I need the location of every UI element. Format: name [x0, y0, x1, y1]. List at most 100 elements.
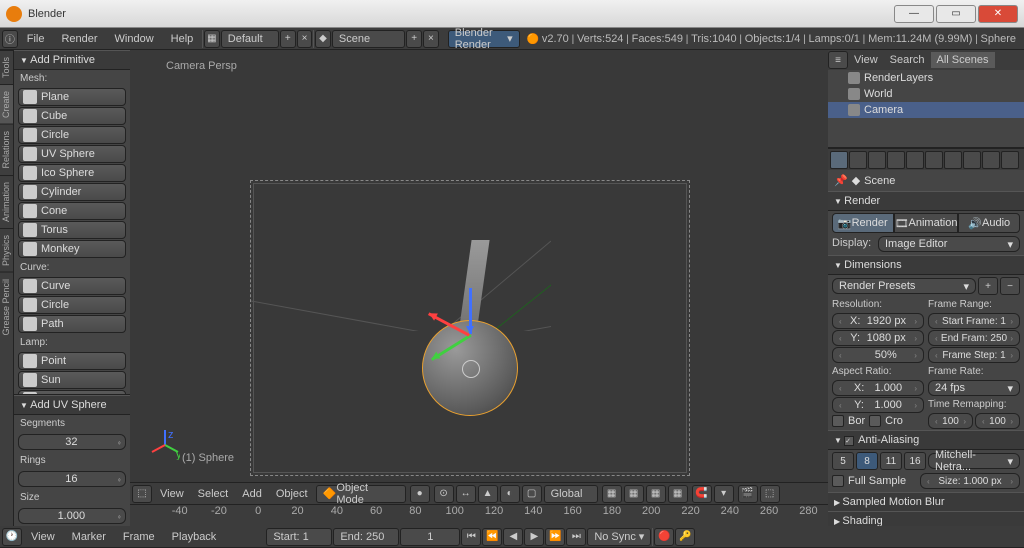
tl-menu-marker[interactable]: Marker: [64, 529, 114, 545]
layout-add-icon[interactable]: +: [280, 30, 296, 48]
res-pct-field[interactable]: 50%: [832, 347, 924, 363]
keyframe-next-icon[interactable]: ⏩: [545, 528, 565, 546]
layers-1-icon[interactable]: ▦: [602, 485, 622, 503]
play-icon[interactable]: ▶: [524, 528, 544, 546]
animation-button[interactable]: 🎞 Animation: [894, 213, 959, 233]
add-curve-circle-button[interactable]: Circle: [18, 296, 126, 314]
prop-scene-icon[interactable]: [868, 151, 886, 169]
3d-viewport[interactable]: Camera Persp zy (1) Sphere ⬚ View: [130, 50, 828, 526]
jump-start-icon[interactable]: ⏮: [461, 528, 481, 546]
add-sun-button[interactable]: Sun: [18, 371, 126, 389]
orientation-dropdown[interactable]: Global: [544, 485, 598, 503]
vp-menu-add[interactable]: Add: [236, 488, 268, 500]
aa-5-button[interactable]: 5: [832, 452, 854, 470]
full-sample-checkbox[interactable]: [832, 475, 844, 487]
tab-physics[interactable]: Physics: [0, 228, 13, 272]
outliner-item-camera[interactable]: Camera: [828, 102, 1024, 118]
layout-icon[interactable]: ▦: [204, 30, 220, 48]
gizmo-z-axis[interactable]: [469, 288, 472, 334]
add-curve-button[interactable]: Curve: [18, 277, 126, 295]
size-field[interactable]: 1.000: [18, 508, 126, 524]
editor-3dview-icon[interactable]: ⬚: [132, 485, 152, 503]
render-engine-dropdown[interactable]: Blender Render▾: [448, 30, 520, 48]
scene-del-icon[interactable]: ×: [423, 30, 439, 48]
menu-help[interactable]: Help: [163, 31, 202, 47]
keyframe-prev-icon[interactable]: ⏪: [482, 528, 502, 546]
menu-window[interactable]: Window: [107, 31, 162, 47]
outliner-editor-icon[interactable]: ≡: [828, 51, 848, 69]
fps-dropdown[interactable]: 24 fps▾: [928, 380, 1020, 396]
render-panel-header[interactable]: Render: [828, 191, 1024, 211]
operator-header[interactable]: Add UV Sphere: [14, 395, 130, 415]
scene-field[interactable]: Scene: [332, 30, 405, 48]
rings-field[interactable]: 16: [18, 471, 126, 487]
render-border-icon[interactable]: ⬚: [760, 485, 780, 503]
render-button[interactable]: 📷 Render: [832, 213, 894, 233]
tab-tools[interactable]: Tools: [0, 50, 13, 84]
timeline-editor-icon[interactable]: 🕐: [2, 528, 22, 546]
close-button[interactable]: ✕: [978, 5, 1018, 23]
editor-type-icon[interactable]: ⓘ: [2, 30, 18, 48]
prop-object-icon[interactable]: [906, 151, 924, 169]
aspect-x-field[interactable]: X:1.000: [832, 380, 924, 396]
menu-file[interactable]: File: [19, 31, 53, 47]
jump-end-icon[interactable]: ⏭: [566, 528, 586, 546]
render-preview-icon[interactable]: 🎬: [738, 485, 758, 503]
play-reverse-icon[interactable]: ◀: [503, 528, 523, 546]
aa-11-button[interactable]: 11: [880, 452, 902, 470]
prop-world-icon[interactable]: [887, 151, 905, 169]
scene-icon[interactable]: ◆: [315, 30, 331, 48]
shading-icon[interactable]: ●: [410, 485, 430, 503]
tab-animation[interactable]: Animation: [0, 175, 13, 228]
tab-relations[interactable]: Relations: [0, 124, 13, 175]
outliner-search[interactable]: Search: [884, 52, 931, 68]
remap-old-field[interactable]: 100: [928, 413, 973, 429]
screen-layout-field[interactable]: Default: [221, 30, 279, 48]
res-x-field[interactable]: X:1920 px: [832, 313, 924, 329]
tab-create[interactable]: Create: [0, 84, 13, 124]
dimensions-header[interactable]: Dimensions: [828, 255, 1024, 275]
motion-blur-header[interactable]: Sampled Motion Blur: [828, 492, 1024, 511]
manipulator-rotate-icon[interactable]: ◐: [500, 485, 520, 503]
preset-del-icon[interactable]: −: [1000, 277, 1020, 295]
start-frame-field-tl[interactable]: Start: 1: [266, 528, 332, 546]
aspect-y-field[interactable]: Y:1.000: [832, 397, 924, 413]
aa-header[interactable]: ✓Anti-Aliasing: [828, 430, 1024, 450]
end-frame-field[interactable]: End Fram: 250: [928, 330, 1020, 346]
add-icosphere-button[interactable]: Ico Sphere: [18, 164, 126, 182]
add-primitive-header[interactable]: Add Primitive: [14, 50, 130, 70]
add-point-button[interactable]: Point: [18, 352, 126, 370]
outliner-scope[interactable]: All Scenes: [931, 52, 995, 68]
layout-del-icon[interactable]: ×: [297, 30, 313, 48]
add-monkey-button[interactable]: Monkey: [18, 240, 126, 258]
add-torus-button[interactable]: Torus: [18, 221, 126, 239]
aa-8-button[interactable]: 8: [856, 452, 878, 470]
res-y-field[interactable]: Y:1080 px: [832, 330, 924, 346]
aa-filter-dropdown[interactable]: Mitchell-Netra...▾: [928, 453, 1020, 469]
snap-type-icon[interactable]: ▾: [714, 485, 734, 503]
vp-menu-select[interactable]: Select: [192, 488, 235, 500]
manipulator-scale-icon[interactable]: ▢: [522, 485, 542, 503]
aa-16-button[interactable]: 16: [904, 452, 926, 470]
end-frame-field-tl[interactable]: End: 250: [333, 528, 399, 546]
audio-button[interactable]: 🔊 Audio: [958, 213, 1020, 233]
crop-checkbox[interactable]: [869, 415, 881, 427]
layers-2-icon[interactable]: ▦: [624, 485, 644, 503]
tl-menu-frame[interactable]: Frame: [115, 529, 163, 545]
outliner-view[interactable]: View: [848, 52, 884, 68]
manipulator-translate-icon[interactable]: ▲: [478, 485, 498, 503]
prop-modifiers-icon[interactable]: [944, 151, 962, 169]
menu-render[interactable]: Render: [53, 31, 105, 47]
vp-menu-object[interactable]: Object: [270, 488, 314, 500]
manipulator-icon[interactable]: ↔: [456, 485, 476, 503]
remap-new-field[interactable]: 100: [975, 413, 1020, 429]
add-path-button[interactable]: Path: [18, 315, 126, 333]
outliner-item-world[interactable]: World: [828, 86, 1024, 102]
maximize-button[interactable]: ▭: [936, 5, 976, 23]
outliner-item-renderlayers[interactable]: RenderLayers: [828, 70, 1024, 86]
prop-material-icon[interactable]: [982, 151, 1000, 169]
snap-icon[interactable]: 🧲: [692, 485, 712, 503]
aa-pixelsize-field[interactable]: Size: 1.000 px: [920, 473, 1020, 489]
pin-icon[interactable]: 📌: [834, 174, 848, 187]
current-frame-field[interactable]: 1: [400, 528, 460, 546]
